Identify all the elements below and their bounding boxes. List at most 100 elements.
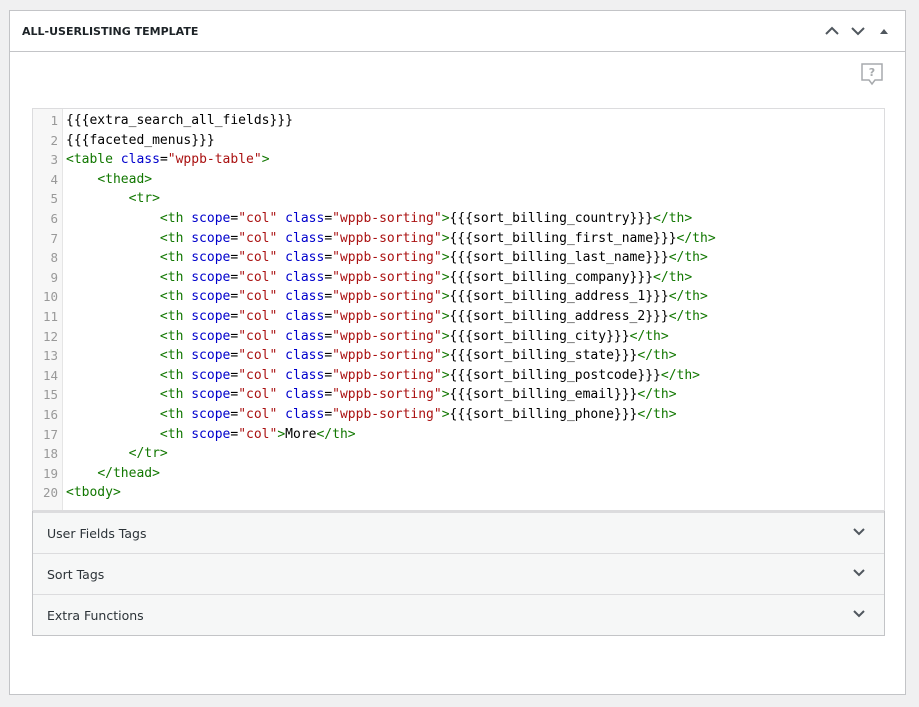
line-number: 1 <box>50 113 58 128</box>
code-line[interactable]: 18 </tr> <box>33 444 884 464</box>
code-token-tag: > <box>441 367 450 383</box>
line-content: </thead> <box>58 464 160 484</box>
code-line[interactable]: 2 {{{faceted_menus}}} <box>33 131 884 151</box>
code-token-str: "col" <box>238 367 278 383</box>
line-content: <th scope="col" class="wppb-sorting">{{{… <box>58 268 692 288</box>
code-token-tag: <th <box>159 250 192 266</box>
line-content: <th scope="col" class="wppb-sorting">{{{… <box>58 366 700 386</box>
move-up-button[interactable] <box>819 11 845 51</box>
chevron-down-icon <box>851 27 865 36</box>
accordion-item-label: User Fields Tags <box>47 525 147 541</box>
code-token-tag: </th> <box>653 210 693 226</box>
code-token-tag: <th <box>159 210 192 226</box>
code-line[interactable]: 20 <tbody> <box>33 483 884 503</box>
tags-accordion: User Fields Tags Sort Tags Extra Functions <box>32 511 885 636</box>
code-line[interactable]: 14 <th scope="col" class="wppb-sorting">… <box>33 366 884 386</box>
code-token-tag: <th <box>159 230 192 246</box>
code-token-txt: {{{sort_billing_state}}} <box>449 348 638 364</box>
code-token-tag: > <box>441 250 450 266</box>
code-token-txt: {{{extra_search_all_fields}}} <box>66 113 293 128</box>
code-token-tag: > <box>441 269 450 285</box>
code-line[interactable]: 3 <table class="wppb-table"> <box>33 150 884 170</box>
code-line[interactable]: 16 <th scope="col" class="wppb-sorting">… <box>33 405 884 425</box>
code-token-tag: </th> <box>637 406 677 422</box>
code-line[interactable]: 10 <th scope="col" class="wppb-sorting">… <box>33 287 884 307</box>
code-line[interactable]: 4 <thead> <box>33 170 884 190</box>
code-line[interactable]: 1 {{{extra_search_all_fields}}} <box>33 111 884 131</box>
code-token-str: "col" <box>238 308 278 324</box>
code-token-attr: scope <box>191 348 231 364</box>
code-line[interactable]: 6 <th scope="col" class="wppb-sorting">{… <box>33 209 884 229</box>
help-icon[interactable]: ? <box>860 62 884 86</box>
line-content: <table class="wppb-table"> <box>58 150 270 170</box>
code-token-tag: <th <box>159 289 192 305</box>
line-content: <th scope="col" class="wppb-sorting">{{{… <box>58 346 677 366</box>
code-token-str: "col" <box>238 210 278 226</box>
chevron-down-icon <box>853 610 865 618</box>
code-token-tag: <th <box>159 387 192 403</box>
accordion-item-label: Extra Functions <box>47 607 144 623</box>
code-token-attr: scope <box>191 367 231 383</box>
code-token-tag: </tr> <box>128 446 168 462</box>
code-token-tag: </th> <box>668 250 708 266</box>
code-token-attr: scope <box>191 250 231 266</box>
accordion-item[interactable]: Sort Tags <box>33 553 884 594</box>
code-token-attr: class <box>285 210 325 226</box>
code-token-str: "col" <box>238 348 278 364</box>
code-token-txt: {{{sort_billing_email}}} <box>449 387 638 403</box>
code-editor[interactable]: 1 {{{extra_search_all_fields}}} 2 {{{facete… <box>32 108 885 511</box>
code-token-tag: </th> <box>660 367 701 383</box>
code-token-tag: <th <box>159 426 192 442</box>
code-token-attr: scope <box>191 210 231 226</box>
code-token-tag: </th> <box>316 426 356 442</box>
code-token-str: "wppb-sorting" <box>332 328 442 344</box>
code-token-tag: </th> <box>653 269 693 285</box>
code-token-txt: {{{sort_billing_postcode}}} <box>449 367 661 383</box>
code-token-txt: = <box>324 406 333 422</box>
handle-actions <box>819 11 897 51</box>
code-token-attr: class <box>285 406 325 422</box>
code-line[interactable]: 11 <th scope="col" class="wppb-sorting">… <box>33 307 884 327</box>
code-token-tag: > <box>441 308 450 324</box>
line-number: 5 <box>50 191 58 207</box>
code-line[interactable]: 7 <th scope="col" class="wppb-sorting">{… <box>33 229 884 249</box>
line-content: <th scope="col" class="wppb-sorting">{{{… <box>58 327 669 347</box>
line-content: {{{extra_search_all_fields}}} <box>58 111 293 131</box>
accordion-item[interactable]: User Fields Tags <box>33 511 884 553</box>
code-token-str: "wppb-table" <box>167 152 262 168</box>
code-line[interactable]: 5 <tr> <box>33 189 884 209</box>
code-token-str: "wppb-sorting" <box>332 210 442 226</box>
code-line[interactable]: 13 <th scope="col" class="wppb-sorting">… <box>33 346 884 366</box>
code-token-attr: scope <box>191 269 231 285</box>
move-down-button[interactable] <box>845 11 871 51</box>
code-line[interactable]: 19 </thead> <box>33 464 884 484</box>
line-number: 11 <box>42 308 58 324</box>
code-token-tag: </th> <box>676 230 716 246</box>
code-token-attr: class <box>120 152 160 168</box>
line-content: <th scope="col" class="wppb-sorting">{{{… <box>58 307 708 327</box>
code-token-txt: {{{faceted_menus}}} <box>66 132 215 148</box>
code-token-tag: <th <box>159 367 192 383</box>
code-token-txt: = <box>324 289 333 305</box>
toggle-panel-button[interactable] <box>871 11 897 51</box>
code-line[interactable]: 17 <th scope="col">More</th> <box>33 425 884 445</box>
code-token-tag: </th> <box>637 387 677 403</box>
code-token-tag: <th <box>159 269 192 285</box>
line-number: 14 <box>42 367 58 383</box>
code-token-str: "wppb-sorting" <box>332 406 442 422</box>
code-token-tag: </th> <box>629 328 669 344</box>
code-token-attr: class <box>285 289 325 305</box>
code-token-tag: > <box>261 152 270 168</box>
code-line[interactable]: 15 <th scope="col" class="wppb-sorting">… <box>33 385 884 405</box>
code-token-tag: </th> <box>637 348 677 364</box>
code-token-txt: {{{sort_billing_address_2}}} <box>449 308 669 324</box>
accordion-item[interactable]: Extra Functions <box>33 594 884 635</box>
code-line[interactable]: 9 <th scope="col" class="wppb-sorting">{… <box>33 268 884 288</box>
code-line[interactable]: 8 <th scope="col" class="wppb-sorting">{… <box>33 248 884 268</box>
code-line[interactable]: 12 <th scope="col" class="wppb-sorting">… <box>33 327 884 347</box>
line-content: <th scope="col" class="wppb-sorting">{{{… <box>58 229 716 249</box>
